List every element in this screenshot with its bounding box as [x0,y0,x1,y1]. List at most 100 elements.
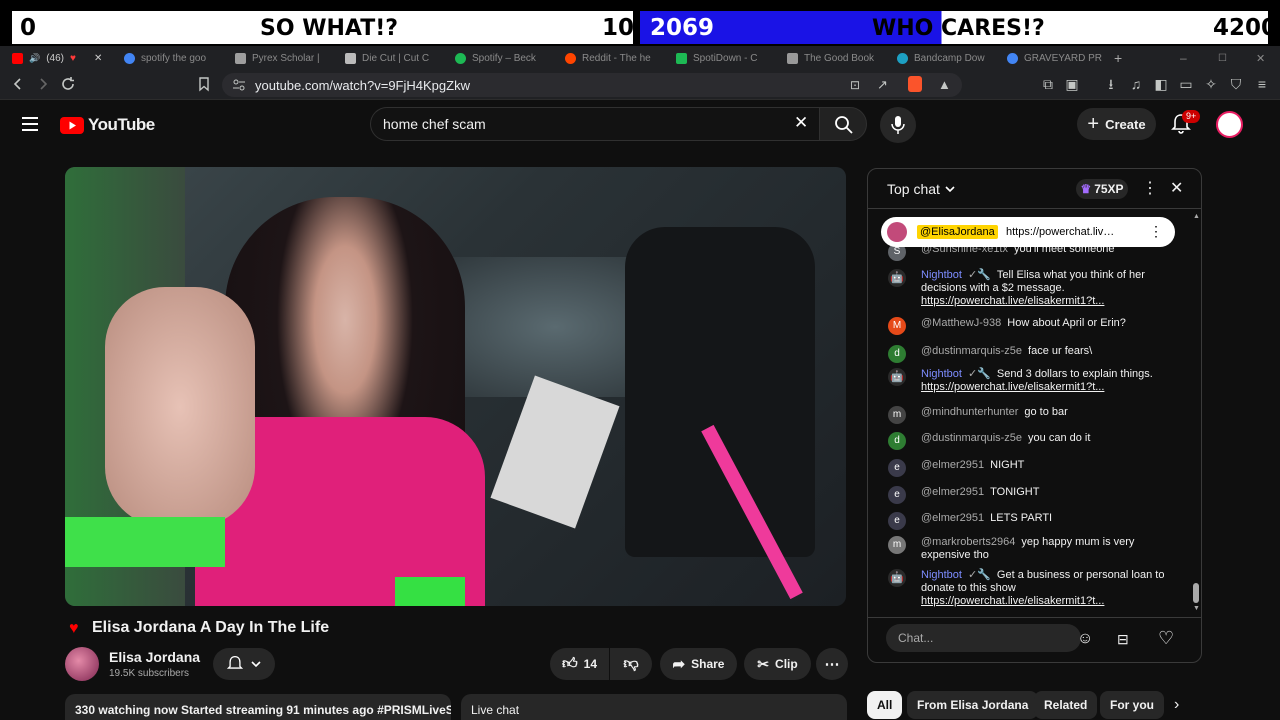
live-chat-replay-box[interactable]: Live chat [461,694,847,720]
video-player[interactable] [65,167,846,606]
chevron-right-icon[interactable]: › [1174,696,1179,714]
create-button[interactable]: + Create [1077,108,1156,140]
reload-icon[interactable] [60,76,76,92]
chat-link[interactable]: https://powerchat.live/elisakermit1?t... [921,295,1104,307]
scroll-thumb[interactable] [1193,583,1199,603]
description-box[interactable]: 330 watching now Started streaming 91 mi… [65,694,451,720]
pinned-more-icon[interactable]: ⋮ [1149,223,1163,240]
chat-message[interactable]: 🤖 Nightbot ✓🔧 Tell Elisa what you think of … [888,269,1178,308]
chat-message[interactable]: m @mindhunterhunter go to bar [888,406,1178,424]
chat-author[interactable]: @elmer2951 [921,459,984,471]
filter-chip-for-you[interactable]: For you [1100,691,1164,719]
chat-author[interactable]: Nightbot [921,269,962,281]
channel-name[interactable]: Elisa Jordana [109,649,200,665]
chat-message[interactable]: e @elmer2951 NIGHT [888,459,1178,477]
avatar[interactable] [1216,111,1243,138]
forward-icon[interactable] [35,76,51,92]
close-window-icon[interactable]: ✕ [1256,49,1268,67]
chat-message[interactable]: 🤖 Nightbot ✓🔧 Get a business or personal lo… [888,569,1178,608]
chat-message[interactable]: d @dustinmarquis-z5e face ur fears\ [888,345,1178,363]
voice-search-button[interactable] [880,107,916,143]
close-tab-icon[interactable]: ✕ [94,53,102,64]
chat-author[interactable]: @dustinmarquis-z5e [921,345,1022,357]
super-chat-icon[interactable]: ⊟ [1117,631,1129,648]
chat-more-icon[interactable]: ⋮ [1142,178,1158,198]
tab-goodbook[interactable]: The Good Book [787,49,887,67]
chat-author[interactable]: @dustinmarquis-z5e [921,432,1022,444]
scroll-up-icon[interactable]: ▲ [1193,213,1200,220]
maximize-icon[interactable]: ☐ [1218,49,1230,67]
brave-shield-icon[interactable] [908,76,922,92]
chat-message[interactable]: e @elmer2951 TONIGHT [888,486,1178,504]
tab-graveyard[interactable]: GRAVEYARD PR [1007,49,1107,67]
clear-search-icon[interactable]: ✕ [794,113,808,133]
filter-chip-related[interactable]: Related [1034,691,1098,719]
chat-author[interactable]: Nightbot [921,368,962,380]
chat-link[interactable]: https://powerchat.live/elisakermit1?t... [921,595,1104,607]
share-page-icon[interactable]: ↗ [877,77,888,93]
tab-reddit[interactable]: Reddit - The he [565,49,665,67]
chat-mode-dropdown[interactable]: Top chat [887,181,956,197]
tab-spotidown[interactable]: SpotiDown - C [676,49,776,67]
subscribed-button[interactable] [213,648,275,680]
minimize-icon[interactable]: – [1180,49,1192,67]
rewards-icon[interactable]: ▲ [938,77,951,92]
like-button[interactable]: 👍︎ 14 [550,648,609,680]
chat-message[interactable]: M @MatthewJ-938 How about April or Erin? [888,317,1178,335]
search-input[interactable]: home chef scam ✕ [370,107,821,141]
site-info-icon[interactable] [232,78,246,97]
screenshot-icon[interactable]: ▣ [1064,76,1080,92]
chat-message[interactable]: 🤖 Nightbot ✓🔧 Send 3 dollars to explain thi… [888,368,1178,394]
leo-icon[interactable]: ✧ [1203,76,1219,92]
tab-spotify[interactable]: Spotify – Beck [455,49,555,67]
address-bar[interactable]: youtube.com/watch?v=9FjH4KpgZkw ⊡ ↗ ▲ [222,73,962,97]
menu-icon[interactable]: ≡ [1254,76,1270,92]
chat-author[interactable]: @elmer2951 [921,512,984,524]
extensions-icon[interactable]: ⧉ [1040,76,1056,92]
chat-author[interactable]: @markroberts2964 [921,536,1015,548]
tab-bandcamp[interactable]: Bandcamp Dow [897,49,997,67]
download-icon[interactable]: ⭳ [1103,76,1119,92]
back-icon[interactable] [10,76,26,92]
chat-scrollbar[interactable]: ▲ ▼ [1193,213,1200,612]
dislike-button[interactable]: 👎︎ [610,648,652,680]
chat-author[interactable]: Nightbot [921,569,962,581]
wallet-icon[interactable]: ▭ [1178,76,1194,92]
clip-button[interactable]: ✂ Clip [744,648,811,680]
vpn-icon[interactable]: ⛉ [1228,76,1244,92]
chat-message[interactable]: d @dustinmarquis-z5e you can do it [888,432,1178,450]
pinned-message[interactable]: @ElisaJordana https://powerchat.liv… ⋮ [881,217,1175,247]
chat-link[interactable]: https://powerchat.live/elisakermit1?t... [921,381,1104,393]
more-actions-button[interactable]: ⋯ [816,648,848,680]
tab-google[interactable]: spotify the goo [124,49,228,67]
youtube-logo[interactable]: YouTube [60,115,155,135]
filter-chip-from-channel[interactable]: From Elisa Jordana [907,691,1039,719]
heart-reaction-icon[interactable]: ♡ [1158,628,1174,649]
hamburger-menu-icon[interactable] [20,115,40,138]
chat-input[interactable]: Chat... [886,624,1081,652]
bookmark-icon[interactable] [196,76,212,92]
chat-message[interactable]: m @markroberts2964 yep happy mum is very e… [888,536,1178,562]
filter-chip-all[interactable]: All [867,691,903,719]
tab-diecut[interactable]: Die Cut | Cut C [345,49,445,67]
more-icon: ⋯ [824,656,840,673]
scroll-down-icon[interactable]: ▼ [1193,605,1200,612]
share-button[interactable]: ➦ Share [660,648,737,680]
notifications-button[interactable]: 9+ [1171,110,1201,140]
close-chat-icon[interactable]: ✕ [1170,178,1183,198]
chat-author[interactable]: @MatthewJ-938 [921,317,1001,329]
tab-youtube[interactable]: 🔊 (46) ♥ ✕ [12,49,112,67]
video-hand [105,287,255,527]
chat-author[interactable]: @elmer2951 [921,486,984,498]
new-tab-button[interactable]: + [1114,49,1128,67]
media-icon[interactable]: ♫ [1128,76,1144,92]
search-button[interactable] [819,107,867,141]
emoji-icon[interactable]: ☺ [1077,630,1093,648]
chat-author[interactable]: @mindhunterhunter [921,406,1018,418]
tab-pyrex[interactable]: Pyrex Scholar | [235,49,335,67]
install-icon[interactable]: ⊡ [850,78,860,92]
chat-message[interactable]: e @elmer2951 LETS PARTI [888,512,1178,530]
channel-avatar[interactable] [65,647,99,681]
sidebar-icon[interactable]: ◧ [1153,76,1169,92]
xp-badge[interactable]: ♛ 75XP [1076,179,1128,199]
